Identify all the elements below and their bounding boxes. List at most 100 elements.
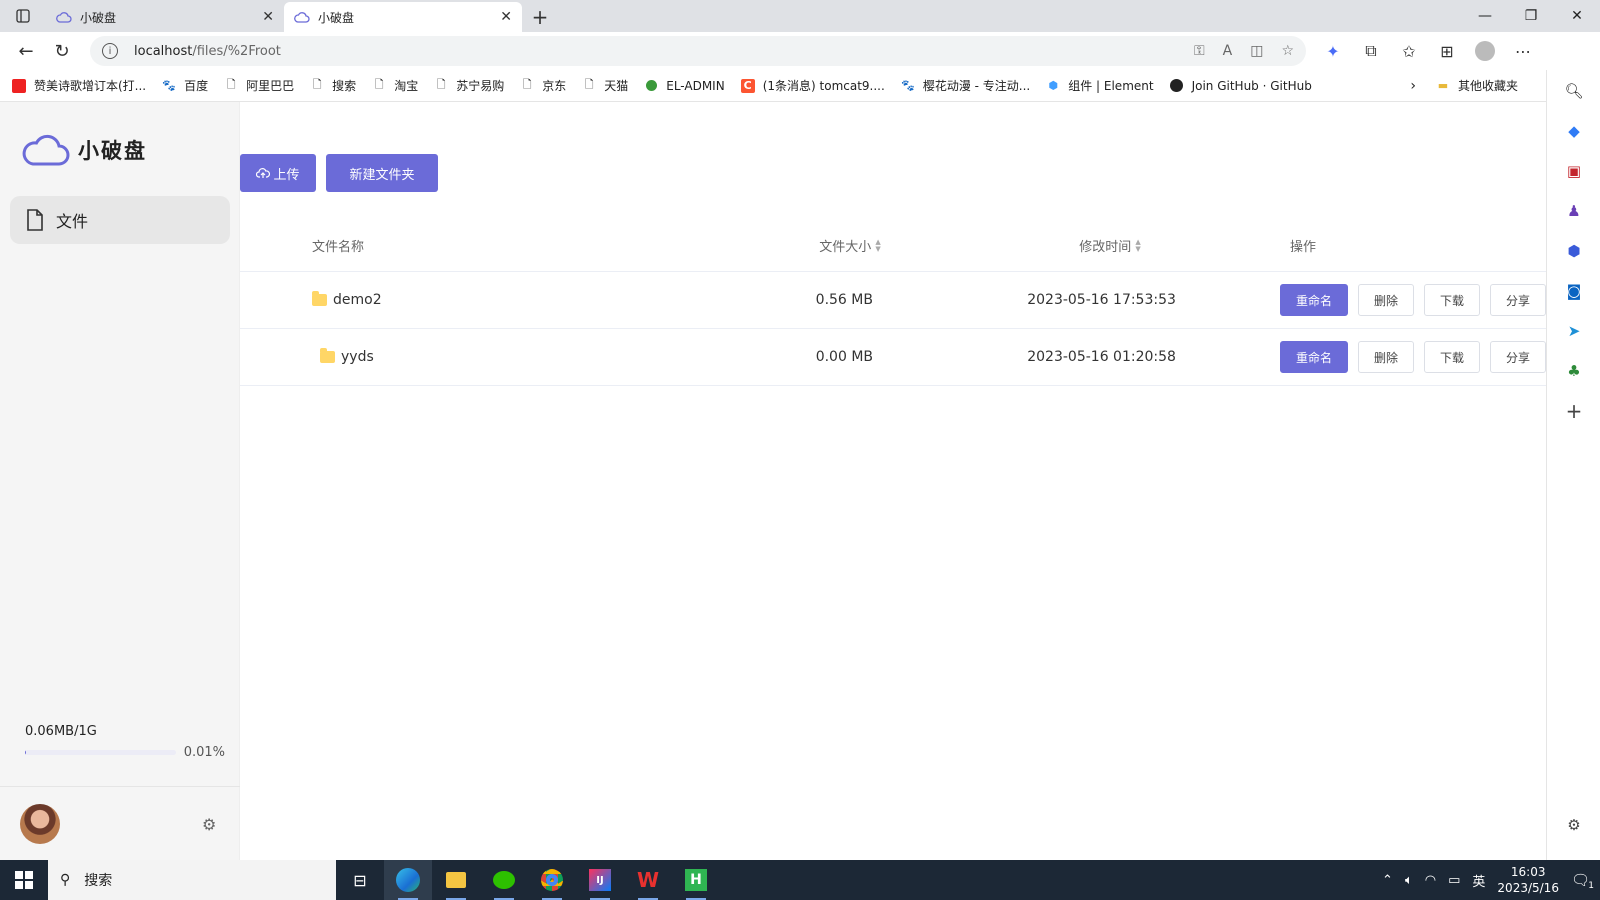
- notification-icon[interactable]: 🗨︎ 1: [1571, 871, 1594, 891]
- bookmark-item[interactable]: EL-ADMIN: [644, 78, 725, 93]
- delete-button[interactable]: 删除: [1357, 284, 1414, 316]
- bookmark-item[interactable]: ⬢ 组件 | Element: [1046, 77, 1153, 94]
- sort-icon[interactable]: ▲ ▼: [1135, 238, 1140, 253]
- bookmark-item[interactable]: Join GitHub · GitHub: [1170, 79, 1312, 93]
- add-icon[interactable]: +: [1563, 399, 1585, 423]
- address-bar[interactable]: i localhost/files/%2Froot ⚿ A ◫ ☆: [90, 36, 1306, 66]
- close-tab-icon[interactable]: ✕: [500, 9, 512, 25]
- search-icon[interactable]: 🔍︎: [1563, 80, 1585, 102]
- close-window-icon[interactable]: ✕: [1554, 0, 1600, 32]
- close-tab-icon[interactable]: ✕: [262, 9, 274, 25]
- tree-icon[interactable]: ♣: [1563, 360, 1585, 382]
- extensions-icon[interactable]: ⧉: [1352, 35, 1390, 67]
- refresh-button[interactable]: ↻: [44, 35, 80, 67]
- share-button[interactable]: 分享: [1489, 284, 1546, 316]
- green-dot-icon: [644, 79, 658, 93]
- other-bookmarks[interactable]: ▬ 其他收藏夹: [1436, 77, 1518, 94]
- bookmark-item[interactable]: 🗋 苏宁易购: [434, 77, 504, 94]
- chevron-up-icon[interactable]: ⌃: [1382, 873, 1393, 888]
- file-icon: [26, 209, 44, 231]
- chevron-right-icon[interactable]: ›: [1410, 78, 1416, 94]
- delete-button[interactable]: 删除: [1358, 341, 1414, 373]
- bookmark-item[interactable]: 🗋 淘宝: [372, 77, 418, 94]
- wps-icon[interactable]: W: [624, 860, 672, 900]
- table-row: demo2 0.56 MB 2023-05-16 17:53:53 重命名 删除…: [240, 272, 1546, 329]
- file-name[interactable]: yyds: [341, 349, 374, 365]
- bookmark-item[interactable]: 赞美诗歌增订本(打...: [12, 77, 146, 94]
- collections-icon[interactable]: ⊞: [1428, 35, 1466, 67]
- tab-actions-icon[interactable]: [0, 0, 46, 32]
- bookmark-label: 搜索: [332, 79, 357, 93]
- file-explorer-icon[interactable]: [432, 860, 480, 900]
- browser-toolbar: ← ↻ i localhost/files/%2Froot ⚿ A ◫ ☆ ✦ …: [0, 32, 1600, 70]
- key-icon[interactable]: ⚿: [1194, 43, 1205, 59]
- send-icon[interactable]: ➤: [1563, 320, 1585, 342]
- upload-button[interactable]: 上传: [240, 154, 316, 192]
- office-icon[interactable]: ⬢: [1563, 240, 1585, 262]
- new-tab-button[interactable]: +: [522, 2, 558, 32]
- read-aloud-icon[interactable]: A: [1223, 43, 1233, 59]
- file-name[interactable]: demo2: [333, 292, 382, 308]
- browser-tab-2[interactable]: 小破盘 ✕: [284, 2, 522, 32]
- bookmark-item[interactable]: 🗋 阿里巴巴: [224, 77, 294, 94]
- settings-icon[interactable]: ⚙: [1563, 814, 1585, 836]
- download-button[interactable]: 下载: [1424, 341, 1480, 373]
- header-time-sortable[interactable]: 修改时间 ▲ ▼: [960, 236, 1260, 255]
- rename-button[interactable]: 重命名: [1279, 284, 1348, 316]
- page-icon: 🗋: [312, 78, 322, 91]
- taskbar-search[interactable]: ⚲ 搜索: [48, 860, 336, 900]
- minimize-icon[interactable]: —: [1462, 0, 1508, 32]
- volume-icon[interactable]: 🔈︎: [1405, 873, 1413, 888]
- storage-used-text: 0.06MB/1G: [25, 724, 97, 739]
- add-favorite-icon[interactable]: ☆: [1281, 43, 1294, 59]
- wifi-icon[interactable]: ◠: [1425, 873, 1436, 888]
- extension-bird-icon[interactable]: ✦: [1314, 35, 1352, 67]
- favorites-icon[interactable]: ✩: [1390, 35, 1428, 67]
- chrome-icon[interactable]: [528, 860, 576, 900]
- back-button[interactable]: ←: [8, 35, 44, 67]
- new-folder-button[interactable]: 新建文件夹: [326, 154, 438, 192]
- bookmark-label: EL-ADMIN: [666, 78, 725, 93]
- share-button[interactable]: 分享: [1490, 341, 1546, 373]
- restore-icon[interactable]: ❐: [1508, 0, 1554, 32]
- element-icon: ⬢: [1048, 79, 1059, 92]
- wechat-icon[interactable]: [480, 860, 528, 900]
- start-button[interactable]: [0, 860, 48, 900]
- avatar[interactable]: [20, 804, 60, 844]
- bookmark-label: 阿里巴巴: [246, 79, 295, 93]
- taskbar-search-label: 搜索: [84, 873, 113, 889]
- hbuilder-icon[interactable]: H: [672, 860, 720, 900]
- intellij-icon[interactable]: IJ: [576, 860, 624, 900]
- shopping-tag-icon[interactable]: ◆: [1563, 120, 1585, 142]
- bookmark-item[interactable]: 🗋 京东: [520, 77, 566, 94]
- site-info-icon[interactable]: i: [102, 43, 118, 59]
- bookmark-item[interactable]: 🗋 搜索: [310, 77, 356, 94]
- header-size: 文件大小: [819, 240, 872, 255]
- outlook-icon[interactable]: ◙: [1563, 280, 1585, 302]
- sidebar-item-label: 文件: [56, 212, 89, 231]
- browser-tab-1[interactable]: 小破盘 ✕: [46, 2, 284, 32]
- sidebar-item-files[interactable]: 文件: [10, 196, 230, 244]
- ime-indicator[interactable]: 英: [1472, 871, 1485, 890]
- sort-icon[interactable]: ▲ ▼: [875, 238, 880, 253]
- tab-title: 小破盘: [80, 10, 117, 25]
- bookmark-item[interactable]: 🗋 天猫: [582, 77, 628, 94]
- app-sidebar: 小破盘 文件 0.06MB/1G 0.01% ⚙: [0, 102, 240, 860]
- task-view-icon[interactable]: ⊟: [336, 860, 384, 900]
- table-row: yyds 0.00 MB 2023-05-16 01:20:58 重命名 删除 …: [240, 329, 1546, 386]
- bookmark-item[interactable]: 🐾 樱花动漫 - 专注动...: [901, 77, 1030, 94]
- rename-button[interactable]: 重命名: [1280, 341, 1348, 373]
- toolbox-icon[interactable]: ▣: [1563, 160, 1585, 182]
- battery-icon[interactable]: ▭: [1448, 873, 1460, 888]
- bookmark-item[interactable]: 🐾 百度: [162, 77, 208, 94]
- profile-icon[interactable]: [1466, 35, 1504, 67]
- gear-icon[interactable]: ⚙: [202, 815, 216, 834]
- split-screen-icon[interactable]: ◫: [1250, 43, 1263, 59]
- edge-icon[interactable]: [384, 860, 432, 900]
- more-menu-icon[interactable]: ⋯: [1504, 35, 1542, 67]
- download-button[interactable]: 下载: [1423, 284, 1480, 316]
- clock[interactable]: 16:03 2023/5/16: [1497, 864, 1559, 896]
- games-icon[interactable]: ♟: [1563, 200, 1585, 222]
- header-size-sortable[interactable]: 文件大小 ▲ ▼: [740, 236, 960, 255]
- bookmark-item[interactable]: C (1条消息) tomcat9....: [740, 77, 885, 94]
